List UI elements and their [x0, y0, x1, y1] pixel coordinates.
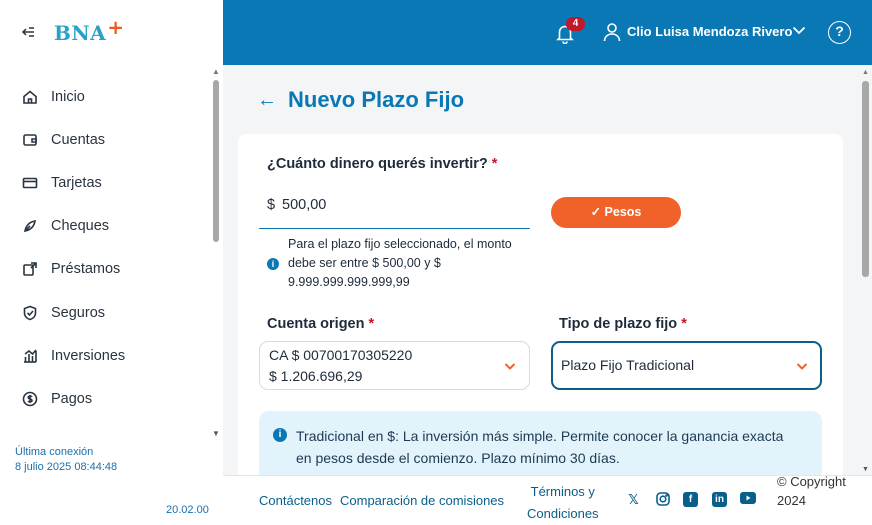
pesos-button[interactable]: ✓ Pesos — [551, 197, 681, 228]
page-title: Nuevo Plazo Fijo — [288, 87, 465, 112]
home-icon — [23, 90, 37, 104]
sidebar-header: BNA+ — [0, 0, 223, 65]
amount-value[interactable]: 500,00 — [282, 197, 326, 213]
origin-account-number: CA $ 00700170305220 — [269, 347, 413, 363]
sidebar-item-pagos[interactable]: Pagos — [0, 377, 223, 420]
user-name[interactable]: Clio Luisa Mendoza Rivero — [627, 24, 792, 39]
bna-logo[interactable]: BNA+ — [54, 15, 124, 45]
x-icon[interactable]: 𝕏 — [626, 492, 641, 507]
top-bar: 4 Clio Luisa Mendoza Rivero ? — [223, 0, 872, 65]
sidebar-item-label: Seguros — [51, 304, 106, 321]
required-mark: * — [491, 156, 498, 172]
scroll-down-icon[interactable]: ▼ — [212, 429, 220, 438]
user-icon[interactable] — [601, 21, 623, 43]
sidebar-item-inicio[interactable]: Inicio — [0, 75, 223, 118]
app-version: 20.02.00 — [166, 504, 209, 516]
youtube-icon[interactable] — [740, 492, 756, 507]
sidebar-item-prestamos[interactable]: Préstamos — [0, 248, 223, 291]
deposit-type-label: Tipo de plazo fijo * — [559, 316, 687, 332]
card-icon — [22, 177, 38, 189]
origin-account-label: Cuenta origen * — [267, 316, 375, 332]
sidebar-item-cuentas[interactable]: Cuentas — [0, 118, 223, 161]
sidebar-scrollbar[interactable]: ▲ ▼ — [212, 67, 220, 438]
terms-link[interactable]: Términos y Condiciones — [527, 481, 599, 525]
last-connection-label: Última conexión — [15, 446, 94, 458]
fees-comparison-link[interactable]: Comparación de comisiones — [340, 493, 504, 508]
sidebar-item-inversiones[interactable]: Inversiones — [0, 334, 223, 377]
wallet-icon — [23, 133, 37, 146]
back-arrow-icon[interactable]: ← — [257, 89, 277, 112]
sidebar-item-label: Cuentas — [51, 131, 106, 148]
help-icon[interactable]: ? — [828, 21, 851, 44]
chevron-down-icon[interactable] — [791, 22, 809, 40]
loan-icon — [23, 262, 37, 277]
footer: Contáctenos Comparación de comisiones Té… — [223, 474, 872, 525]
sidebar-item-label: Cheques — [51, 218, 110, 235]
sidebar-item-label: Tarjetas — [51, 174, 102, 191]
scroll-down-icon[interactable]: ▼ — [862, 466, 869, 473]
notification-badge: 4 — [566, 17, 585, 31]
sidebar-item-tarjetas[interactable]: Tarjetas — [0, 161, 223, 204]
scroll-up-icon[interactable]: ▲ — [212, 67, 220, 76]
form-card: ¿Cuánto dinero querés invertir? * $ 500,… — [238, 134, 843, 475]
deposit-type-info: i Tradicional en $: La inversión más sim… — [259, 411, 822, 475]
collapse-menu-icon[interactable] — [20, 24, 38, 42]
deposit-type-info-text: Tradicional en $: La inversión más simpl… — [296, 428, 784, 466]
dollar-icon — [22, 391, 38, 407]
sidebar-item-seguros[interactable]: Seguros — [0, 291, 223, 334]
info-icon: i — [273, 428, 287, 442]
amount-input[interactable]: $ 500,00 — [259, 189, 530, 229]
last-connection: Última conexión 8 julio 2025 08:44:48 — [15, 445, 117, 475]
origin-account-select[interactable]: CA $ 00700170305220 $ 1.206.696,29 — [259, 341, 530, 390]
info-icon: i — [267, 258, 279, 270]
currency-symbol: $ — [267, 197, 276, 213]
scroll-up-icon[interactable]: ▲ — [862, 69, 869, 76]
amount-hint: Para el plazo fijo seleccionado, el mont… — [288, 237, 512, 289]
sidebar-nav: Inicio Cuentas Tarjetas Cheques Préstamo… — [0, 75, 223, 435]
sidebar-item-label: Préstamos — [51, 261, 121, 278]
sidebar: BNA+ Inicio Cuentas Tarjetas Cheques Pré… — [0, 0, 223, 525]
sidebar-item-cheques[interactable]: Cheques — [0, 205, 223, 248]
sidebar-item-label: Pagos — [51, 390, 93, 407]
main-scrollbar[interactable]: ▲ ▼ — [861, 68, 870, 475]
contact-link[interactable]: Contáctenos — [259, 493, 332, 508]
copyright: © Copyright 2024 — [777, 474, 846, 508]
sidebar-item-label: Inversiones — [51, 347, 126, 364]
shield-icon — [23, 305, 37, 320]
sidebar-item-label: Inicio — [51, 88, 85, 105]
deposit-type-value: Plazo Fijo Tradicional — [561, 357, 695, 373]
main-content: ← Nuevo Plazo Fijo ¿Cuánto dinero querés… — [223, 65, 872, 475]
chart-icon — [24, 349, 37, 363]
facebook-icon[interactable]: f — [683, 492, 698, 507]
last-connection-value: 8 julio 2025 08:44:48 — [15, 461, 118, 473]
scrollbar-thumb[interactable] — [213, 80, 219, 242]
pen-icon — [23, 220, 36, 233]
linkedin-icon[interactable]: in — [712, 492, 727, 507]
chevron-down-icon[interactable] — [795, 359, 809, 373]
deposit-type-select[interactable]: Plazo Fijo Tradicional — [551, 341, 822, 390]
scrollbar-thumb[interactable] — [862, 81, 869, 277]
amount-question-label: ¿Cuánto dinero querés invertir? * — [267, 156, 498, 172]
origin-account-balance: $ 1.206.696,29 — [269, 368, 363, 384]
instagram-icon[interactable] — [655, 492, 670, 507]
chevron-down-icon[interactable] — [503, 359, 517, 373]
